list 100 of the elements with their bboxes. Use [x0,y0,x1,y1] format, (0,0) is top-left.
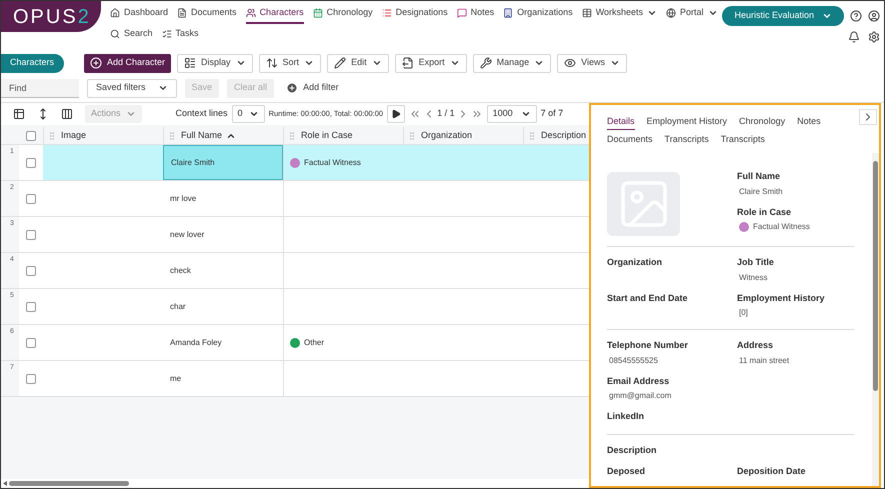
bell-icon[interactable] [848,31,860,43]
caret-icon [126,109,136,119]
toolbar-button[interactable]: Export [394,54,467,72]
nav-item[interactable]: Worksheets [582,4,658,24]
field-label: Role in Case [737,206,792,218]
user-icon[interactable] [868,10,880,22]
wrench-icon [480,57,492,69]
table-cell-text: mr love [169,192,198,204]
field-label: Telephone Number [607,339,689,352]
drag-handle-icon[interactable] [527,130,537,140]
nav-item[interactable]: Notes [456,4,494,24]
first-page-icon[interactable] [409,108,422,120]
caret-icon [647,8,658,18]
settings-icon[interactable] [868,31,880,43]
module-tab[interactable]: Characters [1,54,64,72]
play-icon [391,109,402,119]
table-cell-text: me [169,372,182,384]
context-lines-dropdown[interactable]: 0 [232,105,265,123]
caret-icon [304,58,314,68]
export-icon [402,57,414,69]
table-cell-text: check [169,264,192,276]
help-icon[interactable] [850,10,862,22]
nav-item[interactable]: Tasks [162,25,199,45]
drag-handle-icon[interactable] [407,130,417,140]
search-icon [110,29,120,39]
page-size-dropdown[interactable]: 1000 [486,105,537,123]
row-checkbox[interactable] [26,158,36,168]
toolbar-button[interactable]: Display [177,54,253,72]
row-checkbox[interactable] [26,266,36,276]
horizontal-scrollbar[interactable] [1,479,589,488]
drag-handle-icon[interactable] [287,130,297,140]
caret-icon [236,58,246,68]
table-cell: Claire Smith [163,145,283,180]
nav-item[interactable]: Organizations [503,4,573,24]
toolbar-button[interactable]: Manage [472,54,552,72]
caret-icon [610,58,620,68]
project-button[interactable]: Heuristic Evaluation [722,6,844,26]
toolbar-button[interactable]: Add Character [84,54,172,72]
field-value: Claire Smith [739,186,783,198]
globe-icon [666,8,676,18]
caret-icon [158,83,168,93]
nav-item[interactable]: Portal [666,4,718,24]
details-tab[interactable]: Details [607,115,635,130]
select-all-checkbox[interactable] [26,130,36,140]
nav-item[interactable]: Search [110,25,153,45]
columns-icon[interactable] [61,108,73,120]
nav-item[interactable]: Documents [177,4,237,24]
context-lines-label: Context lines [176,107,228,120]
add-filter-button[interactable]: Add filter [282,78,343,98]
layout-icon [184,57,196,69]
details-tab[interactable]: Notes [797,115,821,130]
scroll-left-icon[interactable] [3,481,7,486]
field-label: Job Title [737,256,775,269]
details-tab[interactable]: Chronology [739,115,786,130]
nav-item[interactable]: Dashboard [110,4,168,24]
nav-item[interactable]: Chronology [312,4,373,24]
column-header[interactable]: Role in Case [283,127,403,144]
row-checkbox[interactable] [26,338,36,348]
play-button[interactable] [387,105,406,123]
toolbar-button[interactable]: Sort [258,54,322,72]
people-icon [246,8,256,18]
field-label: Address [737,339,774,352]
field-label: Organization [607,256,664,269]
row-checkbox[interactable] [26,302,36,312]
vertical-scrollbar[interactable] [872,153,879,486]
details-tab[interactable]: Employment History [646,115,728,130]
column-header[interactable]: Image [43,127,163,144]
role-text: Other [304,336,324,348]
record-count: 7 of 7 [540,107,564,120]
page-indicator: 1 / 1 [437,107,455,120]
row-checkbox[interactable] [26,374,36,384]
collapse-button[interactable] [859,109,877,125]
saved-filters-dropdown[interactable]: Saved filters [87,78,177,98]
find-field[interactable]: Find [1,78,79,98]
details-tab[interactable]: Transcripts [664,133,709,148]
logo[interactable]: OPUS2 [1,1,101,32]
column-header[interactable]: Organization [403,127,523,144]
document-icon [177,8,188,18]
caret-icon [248,109,259,119]
field-value: Factual Witness [753,221,810,233]
last-page-icon[interactable] [470,108,483,120]
field-label: LinkedIn [607,410,646,423]
drag-handle-icon[interactable] [167,130,177,140]
details-tab[interactable]: Transcripts [720,133,765,148]
nav-item[interactable]: Designations [382,4,448,24]
toolbar-button[interactable]: Views [557,54,627,72]
column-header[interactable]: Full Name [163,127,283,144]
field-label: Full Name [737,170,782,183]
nav-item[interactable]: Characters [246,4,304,24]
toolbar-button[interactable]: Edit [327,54,389,72]
row-checkbox[interactable] [26,194,36,204]
row-checkbox[interactable] [26,230,36,240]
drag-handle-icon[interactable] [47,130,57,140]
table-cell-text: new lover [169,228,206,240]
grid-icon[interactable] [13,108,25,120]
details-tab[interactable]: Documents [607,133,653,148]
field-label: Email Address [607,374,670,388]
plus-icon [90,57,102,69]
field-label: Employment History [737,292,826,305]
plus-icon [286,82,298,94]
